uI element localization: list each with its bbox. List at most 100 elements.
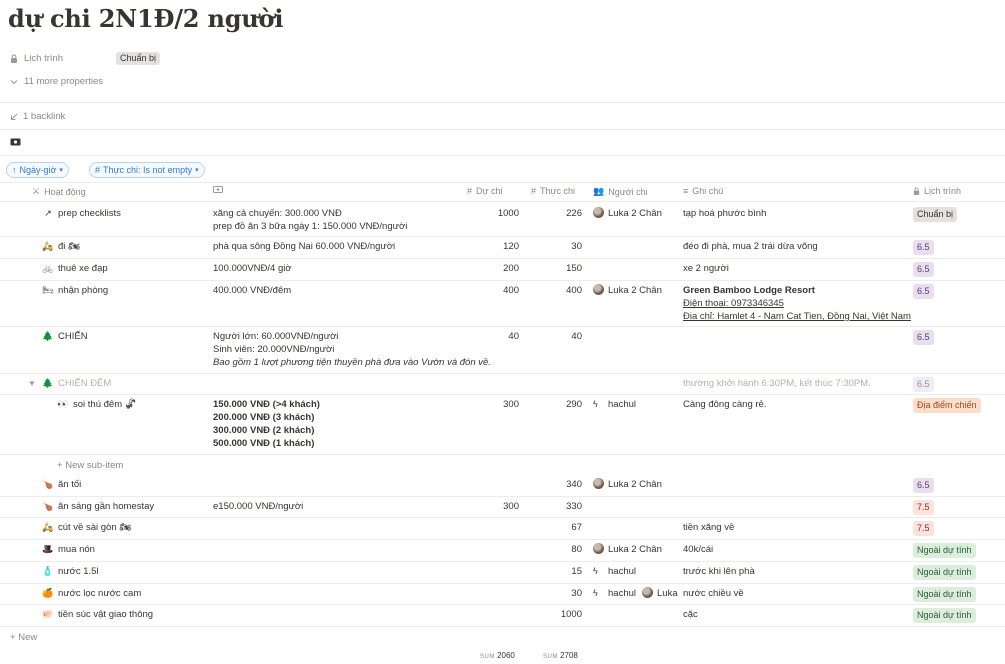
note[interactable]: Green Bamboo Lodge Resort Điện thoại: 097…: [683, 284, 911, 323]
activity-name[interactable]: 🍊 nước lọc nước cam: [42, 587, 141, 600]
du-chi-value[interactable]: 200: [459, 262, 519, 275]
thuc-chi-value[interactable]: 67: [522, 521, 582, 534]
column-header-money[interactable]: [213, 186, 223, 193]
payer[interactable]: Luka 2 Chân: [593, 543, 662, 556]
cost-note[interactable]: Người lớn: 60.000VNĐ/người Sinh viên: 20.…: [213, 330, 491, 369]
column-header-ghi-chu[interactable]: ≡ Ghi chú: [683, 186, 723, 196]
schedule-tag[interactable]: Ngoài dự tính: [913, 565, 976, 580]
expand-toggle-icon[interactable]: ▼: [28, 377, 36, 390]
cost-note[interactable]: xăng cả chuyến: 300.000 VNĐ prep đồ ăn 3 …: [213, 207, 407, 233]
note[interactable]: xe 2 người: [683, 262, 729, 275]
activity-name[interactable]: 🧴 nước 1.5l: [42, 565, 99, 578]
thuc-chi-value[interactable]: 80: [522, 543, 582, 556]
schedule-tag[interactable]: 6.5: [913, 377, 934, 392]
column-header-lich-trinh[interactable]: Lịch trình: [913, 186, 961, 196]
schedule-tag[interactable]: Chuẩn bị: [913, 207, 958, 222]
note[interactable]: tiền xăng về: [683, 521, 734, 534]
note[interactable]: thường khởi hành 6:30PM, kết thúc 7:30PM…: [683, 377, 871, 390]
cost-note[interactable]: 100.000VNĐ/4 giờ: [213, 262, 292, 275]
note[interactable]: cặc: [683, 608, 698, 621]
thuc-chi-value[interactable]: 40: [522, 330, 582, 343]
new-sub-item-button[interactable]: + New sub-item: [57, 459, 123, 472]
activity-name-label: nước 1.5l: [58, 566, 99, 577]
cost-note-line: 200.000 VNĐ (3 khách): [213, 412, 315, 423]
schedule-tag[interactable]: 6.5: [913, 240, 934, 255]
note-line: đéo đi phà, mua 2 trái dừa võng: [683, 241, 818, 252]
note[interactable]: Càng đông càng rẻ.: [683, 398, 766, 411]
activity-name[interactable]: 🍗 ăn sáng gần homestay: [42, 500, 154, 513]
schedule-tag[interactable]: Ngoài dự tính: [913, 543, 976, 558]
note[interactable]: 40k/cái: [683, 543, 713, 556]
page-title[interactable]: dự chi 2N1Đ/2 người: [8, 4, 283, 33]
cost-note[interactable]: 400.000 VNĐ/đêm: [213, 284, 291, 297]
cost-note[interactable]: e150.000 VNĐ/người: [213, 500, 303, 513]
du-chi-value[interactable]: 40: [459, 330, 519, 343]
schedule-tag[interactable]: 6.5: [913, 262, 934, 277]
cost-note[interactable]: phà qua sông Đồng Nai 60.000 VNĐ/người: [213, 240, 395, 253]
thuc-chi-value[interactable]: 15: [522, 565, 582, 578]
schedule-tag[interactable]: Ngoài dự tính: [913, 608, 976, 623]
activity-name[interactable]: 👀 soi thú đêm 🦨: [57, 398, 136, 411]
property-label[interactable]: Lịch trình: [10, 53, 116, 64]
du-chi-value[interactable]: 300: [459, 500, 519, 513]
thuc-chi-value[interactable]: 340: [522, 478, 582, 491]
activity-name[interactable]: 🛵 đi 🏍: [42, 240, 80, 253]
thuc-chi-value[interactable]: 226: [522, 207, 582, 220]
schedule-tag[interactable]: 6.5: [913, 330, 934, 345]
activity-icon: 🛏: [42, 285, 54, 295]
property-value-tag[interactable]: Chuẩn bị: [116, 52, 161, 65]
du-chi-value[interactable]: 120: [459, 240, 519, 253]
property-row: Lịch trình Chuẩn bị: [10, 52, 161, 65]
row-divider: [0, 280, 1005, 281]
payer[interactable]: Luka 2 Chân: [593, 478, 662, 491]
activity-name[interactable]: 🌲 CHIẾN: [42, 330, 87, 343]
thuc-chi-value[interactable]: 290: [522, 398, 582, 411]
column-header-du-chi[interactable]: # Dự chi: [467, 186, 503, 196]
sum-du-chi[interactable]: SUM 2060: [480, 649, 515, 664]
schedule-tag[interactable]: 6.5: [913, 478, 934, 493]
schedule-tag[interactable]: Địa điểm chiến: [913, 398, 981, 413]
column-header-nguoi-chi[interactable]: 👥 Người chi: [593, 186, 648, 197]
schedule-tag[interactable]: 7.5: [913, 500, 934, 515]
du-chi-value[interactable]: 400: [459, 284, 519, 297]
backlinks[interactable]: 1 backlink: [10, 111, 65, 122]
column-header-thuc-chi[interactable]: # Thực chi: [531, 186, 575, 196]
activity-name[interactable]: 🐖 tiền súc vật giao thông: [42, 608, 153, 621]
payer[interactable]: Luka 2 Chân: [593, 284, 662, 297]
thuc-chi-value[interactable]: 150: [522, 262, 582, 275]
schedule-tag[interactable]: Ngoài dự tính: [913, 587, 976, 602]
new-row-button[interactable]: + New: [10, 631, 37, 644]
note[interactable]: nước chiều về: [683, 587, 744, 600]
activity-name[interactable]: 🛏 nhận phòng: [42, 284, 108, 297]
sort-chip-ngay-gio[interactable]: ↑ Ngày-giờ ▾: [6, 162, 69, 178]
note[interactable]: trước khi lên phà: [683, 565, 755, 578]
payer[interactable]: ϟ hachul: [593, 398, 636, 411]
activity-name-label: prep checklists: [58, 208, 121, 219]
note[interactable]: đéo đi phà, mua 2 trái dừa võng: [683, 240, 818, 253]
activity-name[interactable]: 🚲 thuê xe đạp: [42, 262, 107, 275]
activity-name[interactable]: ↗ prep checklists: [42, 207, 121, 220]
column-header-hoat-dong[interactable]: ⚔ Hoạt động: [32, 186, 86, 197]
thuc-chi-value[interactable]: 30: [522, 240, 582, 253]
activity-name[interactable]: 🍗 ăn tối: [42, 478, 81, 491]
thuc-chi-value[interactable]: 400: [522, 284, 582, 297]
thuc-chi-value[interactable]: 30: [522, 587, 582, 600]
payer[interactable]: ϟ hachul Luka: [593, 587, 678, 600]
du-chi-value[interactable]: 1000: [459, 207, 519, 220]
cost-note[interactable]: 150.000 VNĐ (>4 khách) 200.000 VNĐ (3 khá…: [213, 398, 320, 450]
payer[interactable]: ϟ hachul: [593, 565, 636, 578]
schedule-tag[interactable]: 7.5: [913, 521, 934, 536]
schedule-tag[interactable]: 6.5: [913, 284, 934, 299]
more-properties[interactable]: 11 more properties: [10, 76, 103, 87]
note[interactable]: tạp hoá phước bình: [683, 207, 766, 220]
activity-name[interactable]: 🛵 cút về sài gòn 🏍: [42, 521, 131, 534]
activity-name[interactable]: 🎩 mua nón: [42, 543, 95, 556]
activity-name[interactable]: 🌲 CHIẾN ĐÊM: [42, 377, 111, 390]
thuc-chi-value[interactable]: 1000: [522, 608, 582, 621]
row-divider: [0, 258, 1005, 259]
thuc-chi-value[interactable]: 330: [522, 500, 582, 513]
sum-thuc-chi[interactable]: SUM 2708: [543, 649, 578, 664]
du-chi-value[interactable]: 300: [459, 398, 519, 411]
filter-chip-thuc-chi[interactable]: # Thực chi: Is not empty ▾: [89, 162, 205, 178]
payer[interactable]: Luka 2 Chân: [593, 207, 662, 220]
